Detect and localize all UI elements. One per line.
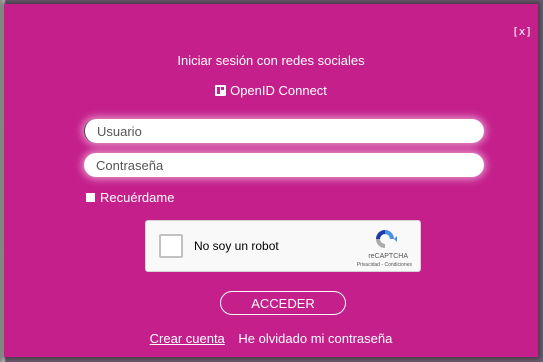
recaptcha-logo-icon <box>376 230 397 248</box>
login-dialog: [x] Iniciar sesión con redes sociales Op… <box>4 4 538 357</box>
recaptcha-links[interactable]: Privacidad - Condiciones <box>357 262 412 268</box>
create-account-link[interactable]: Crear cuenta <box>150 331 225 346</box>
footer-links: Crear cuenta He olvidado mi contraseña <box>4 331 538 346</box>
openid-connect-link[interactable]: OpenID Connect <box>4 83 538 98</box>
password-input[interactable] <box>84 153 484 177</box>
recaptcha-brand: reCAPTCHA <box>368 253 408 260</box>
forgot-password-link[interactable]: He olvidado mi contraseña <box>238 331 392 346</box>
recaptcha-checkbox[interactable] <box>159 234 183 258</box>
acceder-button[interactable]: ACCEDER <box>220 291 346 315</box>
social-login-title: Iniciar sesión con redes sociales <box>177 53 365 68</box>
openid-connect-label: OpenID Connect <box>230 83 327 98</box>
remember-me-box[interactable] <box>86 193 95 202</box>
remember-me-label: Recuérdame <box>100 190 175 205</box>
remember-me-checkbox[interactable]: Recuérdame <box>86 190 174 205</box>
openid-connect-icon <box>215 85 227 96</box>
username-input[interactable] <box>84 119 484 143</box>
close-button[interactable]: [x] <box>512 25 532 38</box>
recaptcha-label: No soy un robot <box>194 239 279 253</box>
recaptcha-widget: No soy un robot reCAPTCHA Privacidad - C… <box>145 220 421 272</box>
